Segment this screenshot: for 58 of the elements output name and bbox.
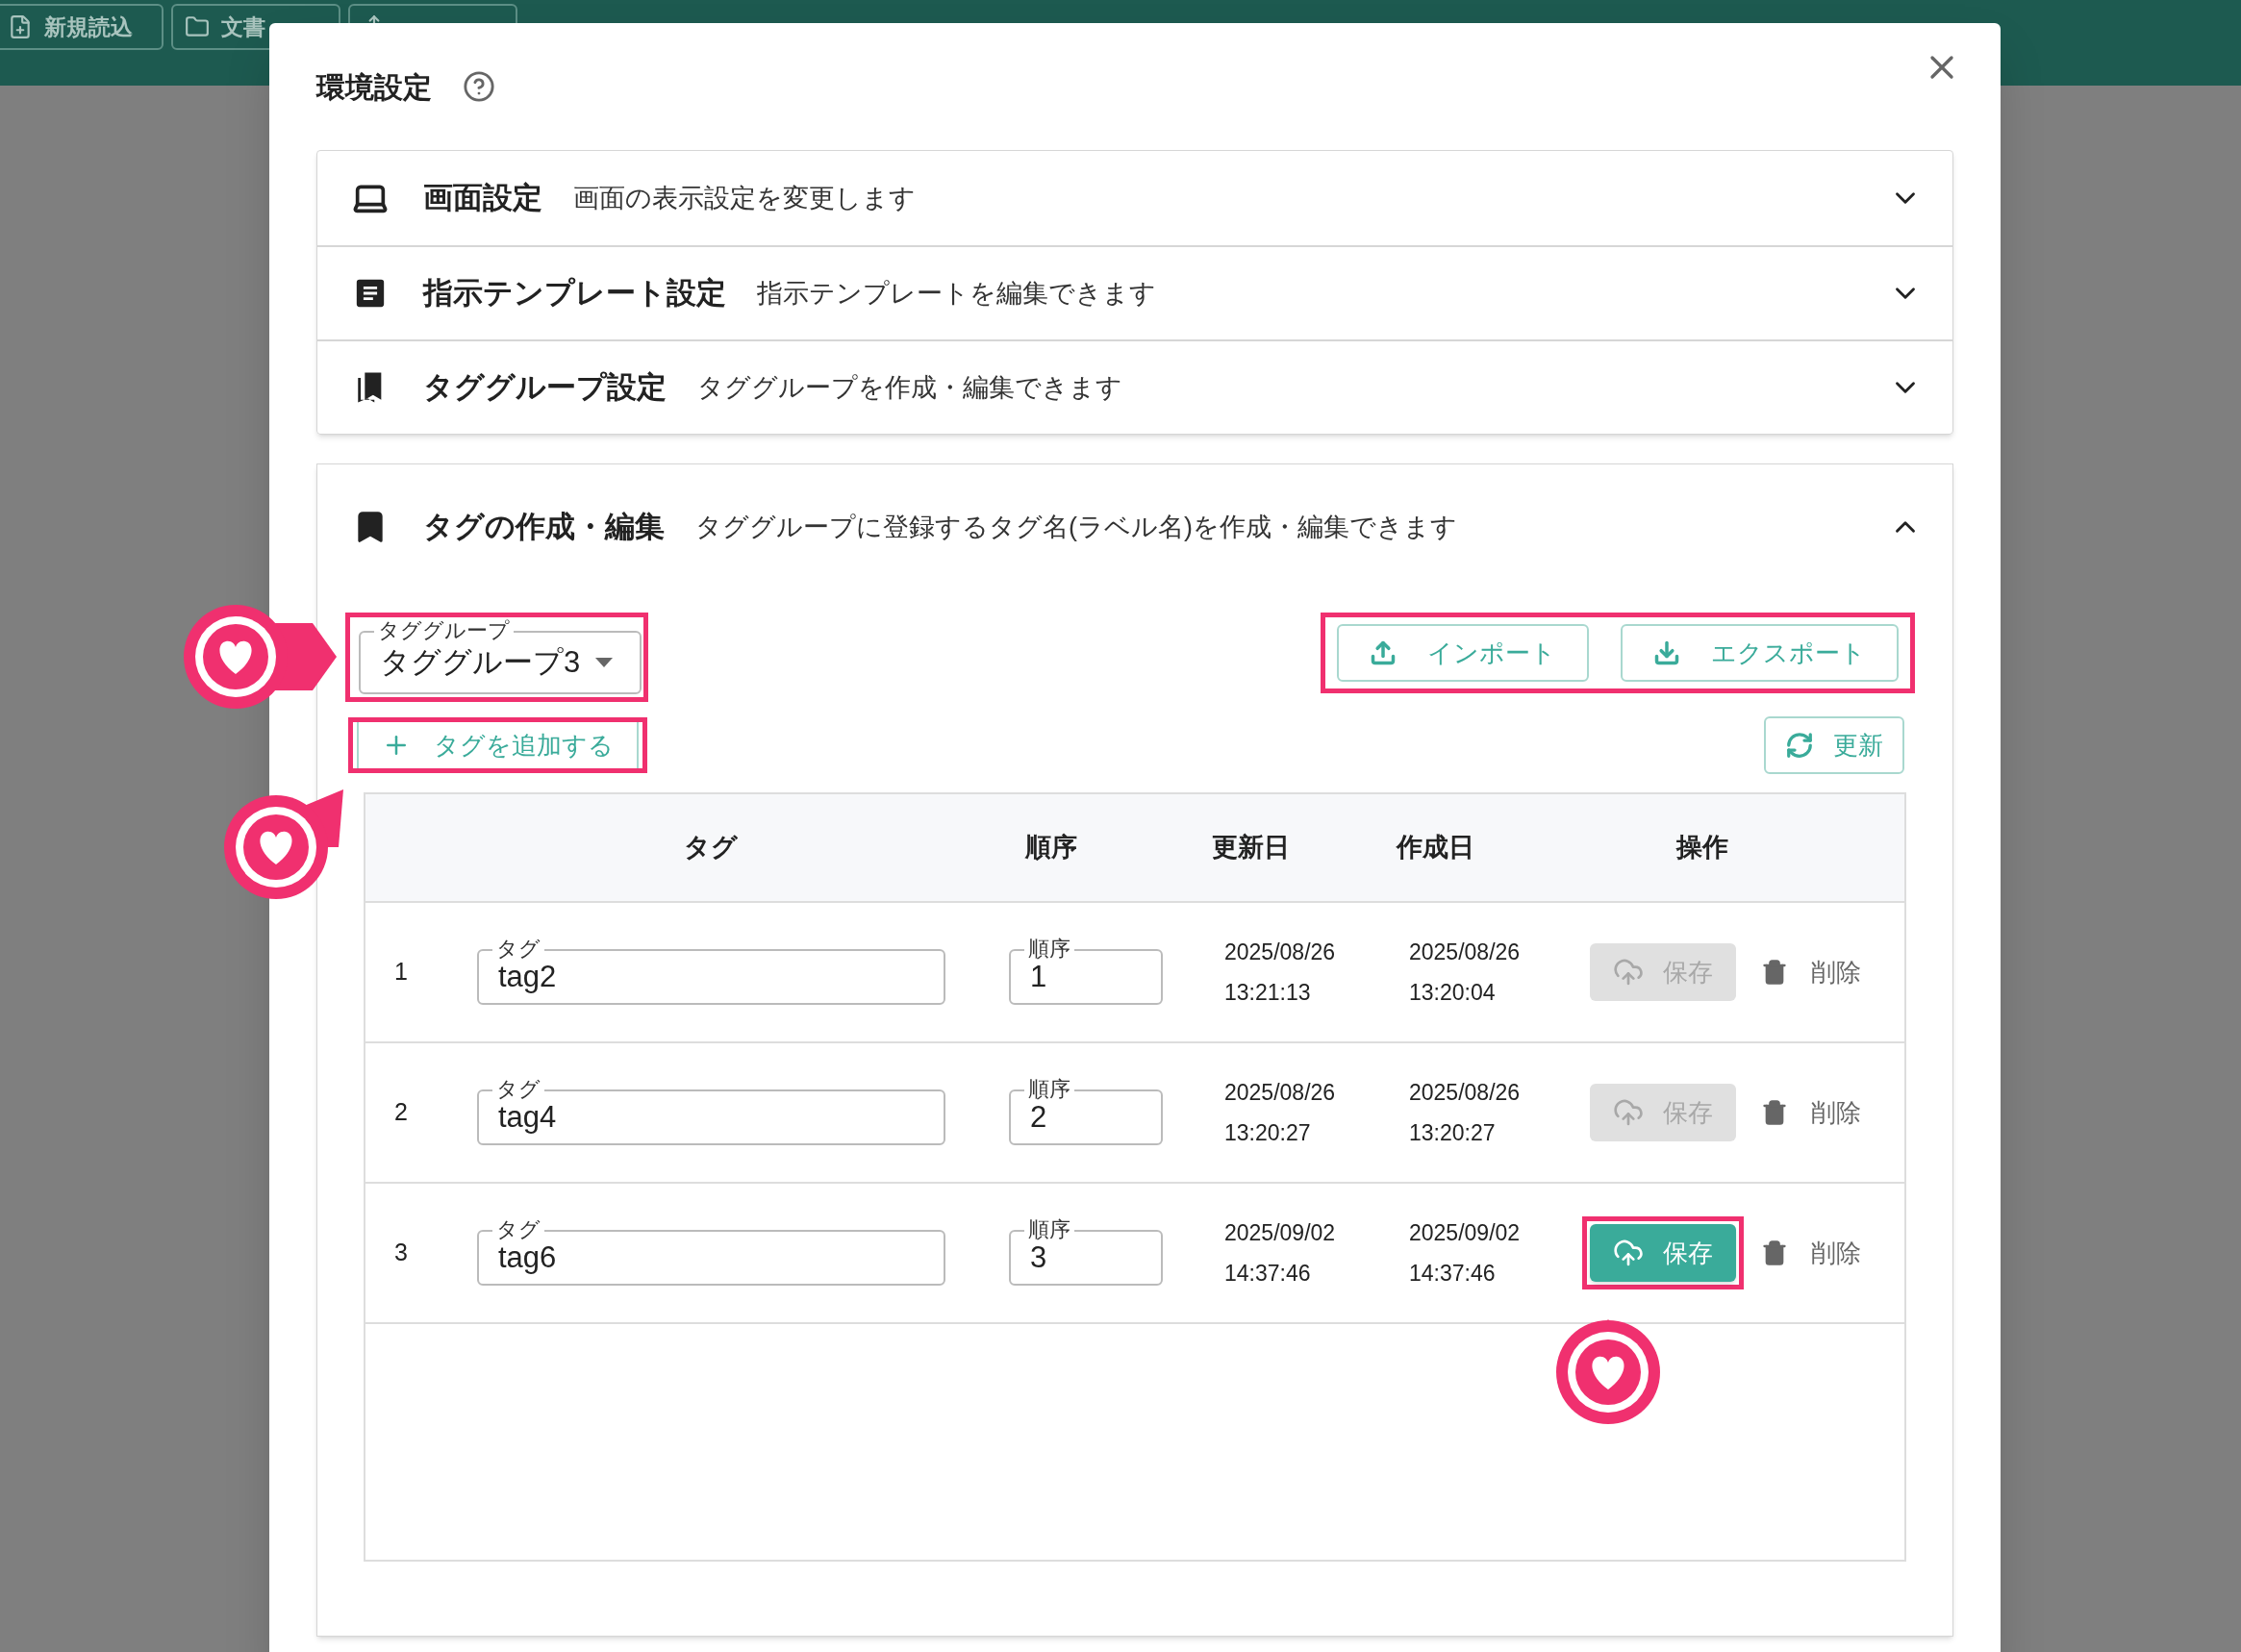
created-date: 2025/09/02 — [1409, 1218, 1522, 1247]
file-plus-icon — [8, 14, 33, 39]
row-number: 3 — [393, 1238, 409, 1268]
accordion-header[interactable]: タグの作成・編集 タググループに登録するタグ名(ラベル名)を作成・編集できます — [317, 464, 1952, 589]
refresh-icon — [1785, 731, 1814, 760]
field-label: タググループ — [374, 617, 514, 644]
delete-button[interactable]: 削除 — [1761, 1224, 1861, 1282]
column-header: 更新日 — [1210, 832, 1291, 864]
help-icon[interactable] — [463, 70, 495, 103]
section-title: タグの作成・編集 — [423, 508, 665, 545]
dropdown-caret-icon — [595, 658, 614, 667]
created-date: 2025/08/26 — [1409, 938, 1522, 966]
updated-date: 2025/09/02 — [1224, 1218, 1337, 1247]
column-header: 順序 — [1023, 832, 1078, 864]
section-description: タググループを作成・編集できます — [697, 371, 1122, 404]
accordion-header[interactable]: 画面設定 画面の表示設定を変更します — [317, 151, 1952, 245]
created-time: 13:20:27 — [1409, 1119, 1497, 1147]
trash-icon — [1761, 1239, 1788, 1266]
row-number: 1 — [393, 957, 409, 988]
column-header: 作成日 — [1395, 832, 1475, 864]
updated-time: 13:21:13 — [1224, 979, 1312, 1007]
section-description: 指示テンプレートを編集できます — [757, 277, 1156, 310]
trash-icon — [1761, 1099, 1788, 1126]
section-title: 画面設定 — [423, 179, 542, 216]
toolbar-button[interactable]: 新規読込 — [0, 4, 164, 50]
updated-date: 2025/08/26 — [1224, 1078, 1337, 1107]
column-header: タグ — [682, 832, 739, 864]
trash-icon — [1761, 959, 1788, 986]
dialog-title: 環境設定 — [316, 69, 432, 105]
upload-icon — [1370, 639, 1397, 666]
column-header: 操作 — [1674, 832, 1729, 864]
field-label: タグ — [492, 1216, 544, 1243]
field-label: 順序 — [1024, 1216, 1074, 1243]
delete-button[interactable]: 削除 — [1761, 1084, 1861, 1141]
download-icon — [1653, 639, 1680, 666]
field-label: タグ — [492, 1076, 544, 1103]
accordion-header[interactable]: タググループ設定 タググループを作成・編集できます — [317, 339, 1952, 434]
delete-button[interactable]: 削除 — [1761, 943, 1861, 1001]
section-description: タググループに登録するタグ名(ラベル名)を作成・編集できます — [695, 511, 1457, 543]
created-time: 14:37:46 — [1409, 1260, 1497, 1288]
cloud-upload-icon — [1613, 1238, 1644, 1268]
field-label: 順序 — [1024, 1076, 1074, 1103]
cloud-upload-icon — [1613, 1097, 1644, 1128]
created-time: 13:20:04 — [1409, 979, 1497, 1007]
field-label: タグ — [492, 936, 544, 963]
section-title: タググループ設定 — [423, 368, 667, 406]
section-description: 画面の表示設定を変更します — [573, 182, 916, 214]
folder-icon — [185, 14, 210, 39]
row-number: 2 — [393, 1097, 409, 1128]
updated-time: 14:37:46 — [1224, 1260, 1312, 1288]
section-title: 指示テンプレート設定 — [423, 274, 726, 312]
updated-time: 13:20:27 — [1224, 1119, 1312, 1147]
accordion-header[interactable]: 指示テンプレート設定 指示テンプレートを編集できます — [317, 245, 1952, 339]
updated-date: 2025/08/26 — [1224, 938, 1337, 966]
created-date: 2025/08/26 — [1409, 1078, 1522, 1107]
document-icon — [354, 277, 387, 310]
cloud-upload-icon — [1613, 957, 1644, 988]
field-label: 順序 — [1024, 936, 1074, 963]
